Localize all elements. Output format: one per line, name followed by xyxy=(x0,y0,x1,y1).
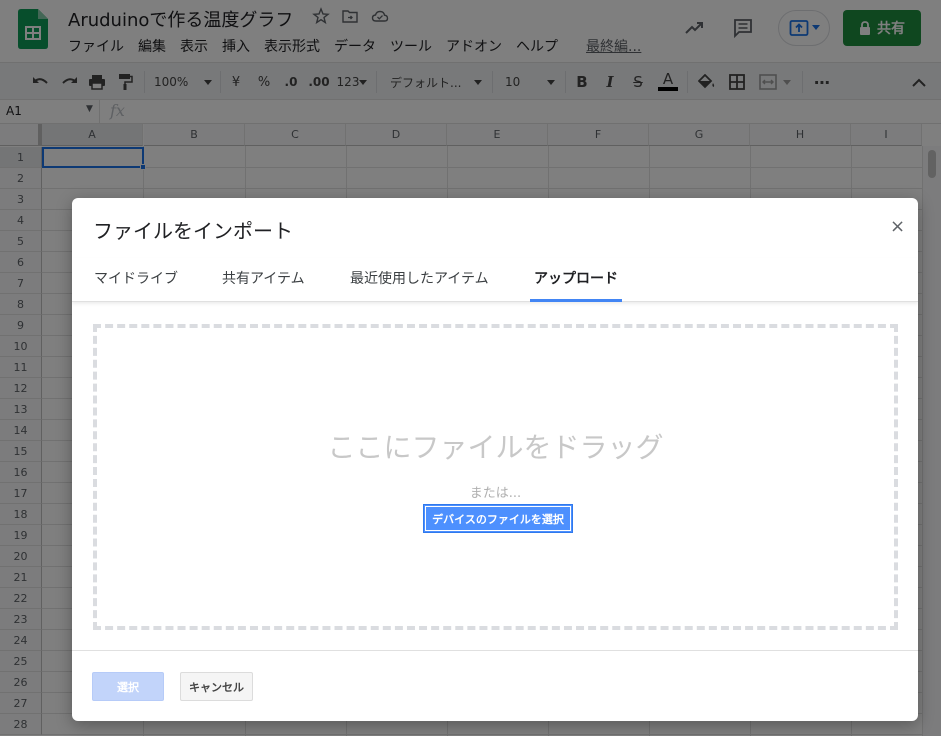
file-drop-zone[interactable]: ここにファイルをドラッグ または... デバイスのファイルを選択 xyxy=(93,324,898,630)
close-icon[interactable]: × xyxy=(890,216,905,237)
tab-shared-with-me[interactable]: 共有アイテム xyxy=(222,268,305,288)
dialog-tabs: マイドライブ 共有アイテム 最近使用したアイテム アップロード xyxy=(72,258,918,302)
select-device-file-button[interactable]: デバイスのファイルを選択 xyxy=(423,504,573,533)
import-file-dialog: ファイルをインポート × マイドライブ 共有アイテム 最近使用したアイテム アッ… xyxy=(72,198,918,721)
dialog-title: ファイルをインポート xyxy=(93,219,293,243)
cancel-button[interactable]: キャンセル xyxy=(180,672,253,701)
tab-recent[interactable]: 最近使用したアイテム xyxy=(350,268,489,288)
drop-zone-or-text: または... xyxy=(469,486,522,501)
tab-my-drive[interactable]: マイドライブ xyxy=(94,268,178,288)
select-button[interactable]: 選択 xyxy=(92,672,164,701)
dialog-footer-divider xyxy=(72,650,918,651)
active-tab-indicator xyxy=(530,299,622,302)
tab-upload[interactable]: アップロード xyxy=(534,268,618,288)
drop-zone-title: ここにファイルをドラッグ xyxy=(327,431,664,464)
